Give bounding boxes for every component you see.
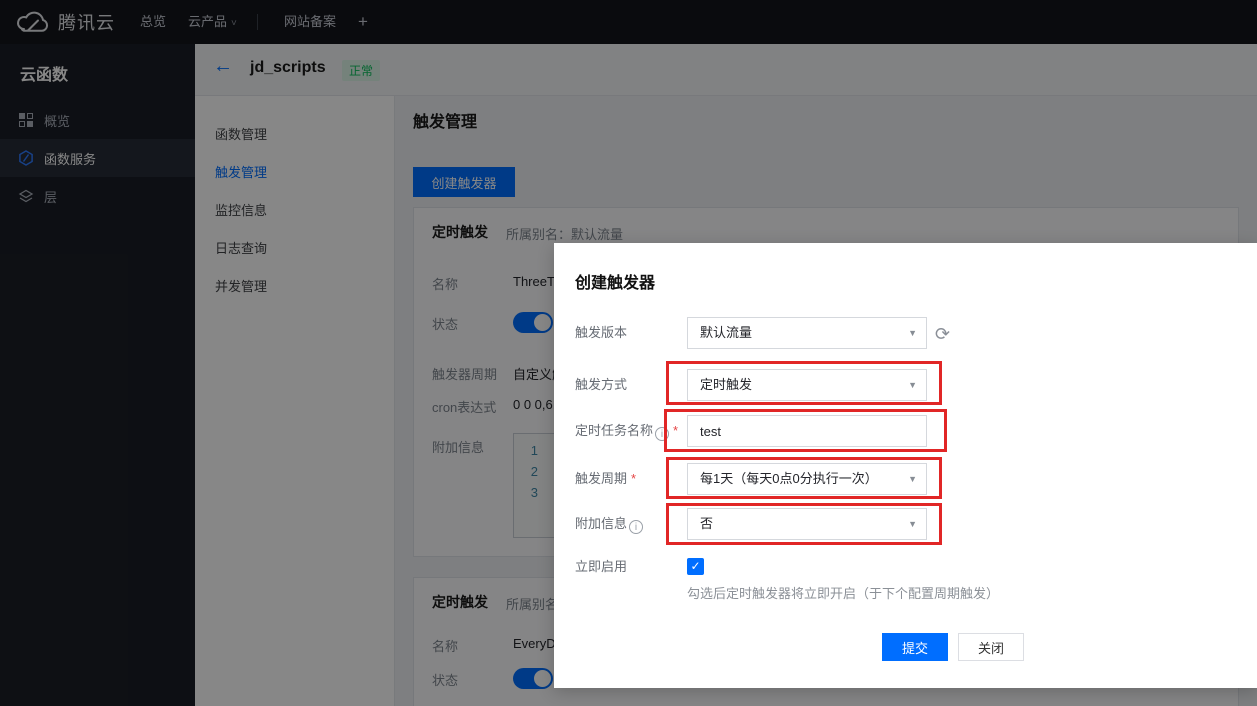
create-trigger-modal: 创建触发器 触发版本 默认流量 ▼ ⟳ 触发方式 定时触发 ▼ 定时任务名称i*…: [554, 243, 1257, 688]
field-label-extra-info: 附加信息i: [575, 508, 643, 540]
trigger-method-select[interactable]: 定时触发 ▼: [687, 369, 927, 401]
trigger-cycle-select[interactable]: 每1天（每天0点0分执行一次） ▼: [687, 463, 927, 495]
task-name-input[interactable]: [687, 415, 927, 447]
trigger-version-select[interactable]: 默认流量 ▼: [687, 317, 927, 349]
extra-info-select[interactable]: 否 ▼: [687, 508, 927, 540]
refresh-icon[interactable]: ⟳: [935, 324, 950, 345]
field-label-enable-now: 立即启用: [575, 551, 627, 583]
field-label-trigger-cycle: 触发周期*: [575, 463, 636, 495]
required-asterisk: *: [673, 423, 678, 438]
app-window: 腾讯云 总览 云产品˅ 网站备案 + 云函数 概览: [0, 0, 1257, 706]
required-asterisk: *: [631, 471, 636, 486]
close-button[interactable]: 关闭: [958, 633, 1024, 661]
field-label-trigger-version: 触发版本: [575, 317, 627, 349]
info-icon[interactable]: i: [629, 520, 643, 534]
select-caret-icon: ▼: [908, 370, 917, 400]
info-icon[interactable]: i: [655, 427, 669, 441]
modal-title: 创建触发器: [575, 269, 655, 293]
submit-button[interactable]: 提交: [882, 633, 948, 661]
enable-now-helper-text: 勾选后定时触发器将立即开启（于下个配置周期触发）: [687, 583, 999, 602]
select-caret-icon: ▼: [908, 509, 917, 539]
check-icon: ✓: [690, 559, 700, 573]
field-label-trigger-method: 触发方式: [575, 369, 627, 401]
select-caret-icon: ▼: [908, 464, 917, 494]
select-caret-icon: ▼: [908, 318, 917, 348]
field-label-task-name: 定时任务名称i*: [575, 415, 678, 447]
enable-now-checkbox[interactable]: ✓: [687, 558, 704, 575]
